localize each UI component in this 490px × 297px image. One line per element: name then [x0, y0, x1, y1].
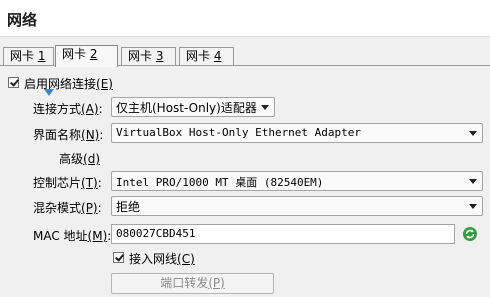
adapter-type-select[interactable]: Intel PRO/1000 MT 桌面 (82540EM)	[111, 171, 483, 191]
promiscuous-mode-select[interactable]: 拒绝	[111, 196, 483, 216]
cable-connected-label[interactable]: 接入网线(C)	[129, 250, 195, 267]
tab-adapter-2[interactable]: 网卡 2	[55, 45, 118, 67]
tab-adapter-3[interactable]: 网卡 3	[121, 47, 176, 65]
promiscuous-mode-label: 混杂模式(P):	[33, 201, 102, 215]
adapter-type-label: 控制芯片(T):	[33, 176, 102, 190]
cable-connected-checkbox[interactable]	[113, 252, 124, 263]
port-forwarding-button[interactable]: 端口转发(P)	[111, 273, 274, 294]
section-header: 网络	[0, 0, 490, 37]
tab-bar: 网卡 1 网卡 2 网卡 3 网卡 4	[0, 45, 490, 67]
tab-adapter-1[interactable]: 网卡 1	[3, 47, 54, 65]
section-title: 网络	[7, 11, 38, 29]
mac-address-field[interactable]: 080027CBD451	[111, 224, 455, 244]
advanced-panel: 控制芯片(T): Intel PRO/1000 MT 桌面 (82540EM) …	[0, 66, 490, 297]
chevron-down-icon	[469, 179, 477, 184]
refresh-icon[interactable]	[462, 226, 478, 242]
mac-address-label: MAC 地址(M):	[33, 229, 112, 243]
chevron-down-icon	[469, 204, 477, 209]
tab-adapter-4[interactable]: 网卡 4	[179, 47, 234, 65]
